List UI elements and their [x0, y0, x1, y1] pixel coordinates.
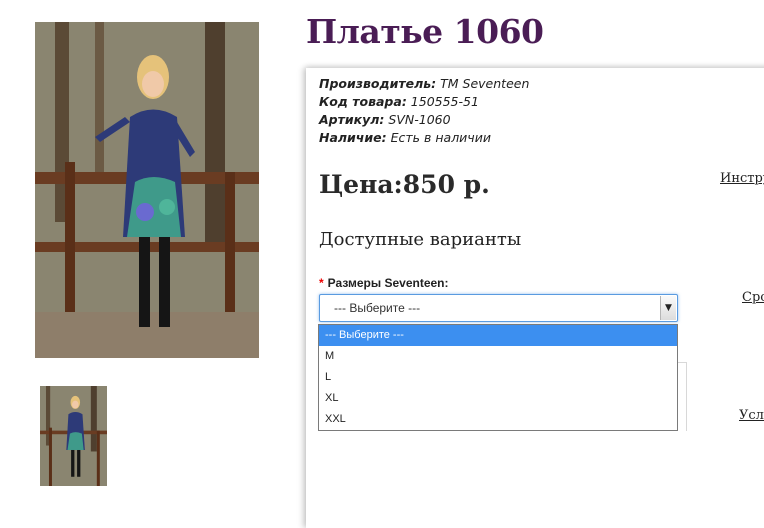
meta-value: 150555-51 — [410, 94, 479, 109]
product-thumbnail[interactable] — [40, 386, 107, 486]
product-title: Платье 1060 — [306, 12, 544, 51]
meta-value: SVN-1060 — [388, 112, 451, 127]
product-image[interactable] — [35, 22, 259, 358]
product-meta: Производитель: ТМ Seventeen Код товара: … — [319, 75, 529, 147]
size-label-text: Размеры Seventeen: — [327, 276, 449, 290]
conditions-link[interactable]: Усло — [739, 408, 764, 423]
size-option-l[interactable]: L — [319, 367, 677, 388]
size-label: * Размеры Seventeen: — [319, 276, 449, 290]
form-box-edge — [678, 362, 687, 431]
size-option-xxl[interactable]: XXL — [319, 409, 677, 430]
size-option-placeholder[interactable]: --- Выберите --- — [319, 325, 677, 346]
terms-link[interactable]: Сро — [742, 290, 764, 305]
chevron-down-icon[interactable]: ▼ — [660, 296, 676, 320]
meta-label: Наличие: — [319, 130, 387, 145]
size-option-m[interactable]: M — [319, 346, 677, 367]
meta-manufacturer: Производитель: ТМ Seventeen — [319, 75, 529, 93]
size-dropdown-list[interactable]: --- Выберите --- M L XL XXL — [318, 324, 678, 431]
instructions-link[interactable]: Инстру — [720, 171, 764, 186]
variants-title: Доступные варианты — [319, 229, 522, 250]
meta-availability: Наличие: Есть в наличии — [319, 129, 529, 147]
size-option-xl[interactable]: XL — [319, 388, 677, 409]
meta-value: ТМ Seventeen — [440, 76, 530, 91]
meta-label: Производитель: — [319, 76, 437, 91]
required-mark: * — [319, 276, 324, 290]
meta-label: Артикул: — [319, 112, 385, 127]
meta-value: Есть в наличии — [390, 130, 491, 145]
meta-label: Код товара: — [319, 94, 407, 109]
size-select[interactable]: --- Выберите --- ▼ — [319, 294, 678, 322]
meta-article: Артикул: SVN-1060 — [319, 111, 529, 129]
meta-product-code: Код товара: 150555-51 — [319, 93, 529, 111]
product-price: Цена:850 р. — [319, 170, 490, 199]
size-select-value: --- Выберите --- — [334, 301, 421, 315]
